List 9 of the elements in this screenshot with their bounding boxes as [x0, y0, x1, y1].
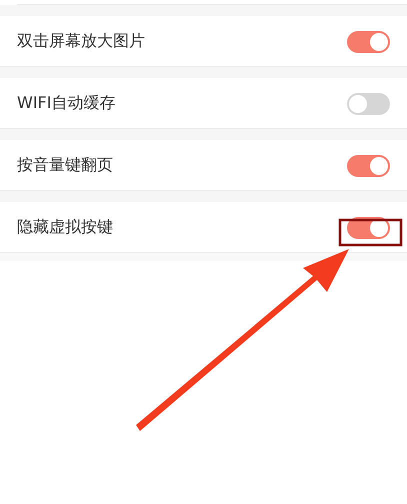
setting-label: 双击屏幕放大图片: [17, 31, 145, 52]
toggle-switch[interactable]: [347, 154, 390, 176]
toggle-switch[interactable]: [347, 30, 390, 52]
setting-label: 隐藏虚拟按键: [17, 217, 113, 238]
setting-label: WIFI自动缓存: [17, 93, 116, 114]
highlight-frame: [338, 218, 402, 246]
toggle-switch[interactable]: [347, 92, 390, 114]
toggle-switch[interactable]: [347, 216, 390, 238]
setting-label: 按音量键翻页: [17, 155, 113, 176]
